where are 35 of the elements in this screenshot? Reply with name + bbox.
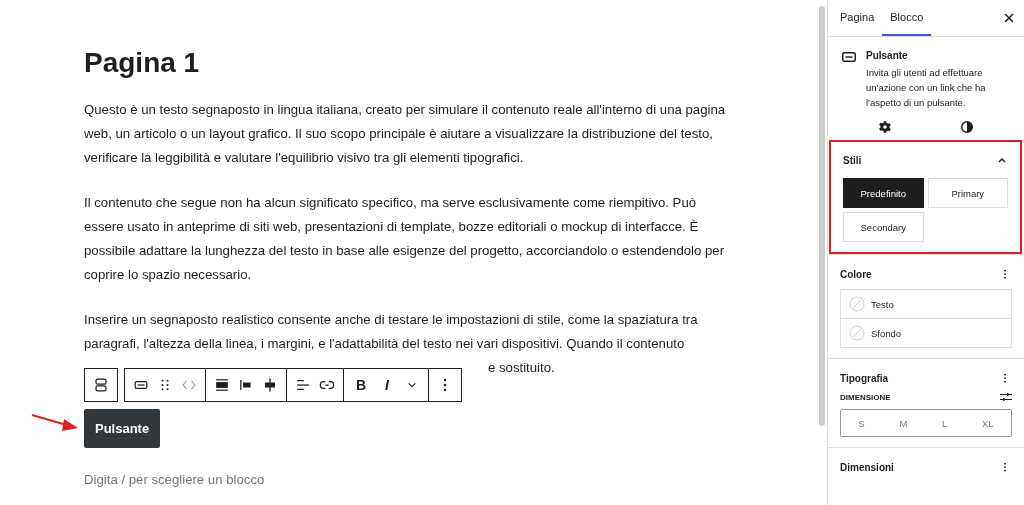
size-option[interactable]: XL — [982, 417, 994, 429]
sliders-icon[interactable] — [1000, 391, 1012, 403]
color-option[interactable]: Testo — [871, 298, 894, 310]
block-name: Pulsante — [866, 50, 909, 61]
sidebar-tab[interactable]: Pagina — [832, 0, 883, 36]
paragraph-fragment: e sostituito. — [488, 359, 555, 375]
panel-title: Dimensioni — [840, 461, 894, 473]
italic-button[interactable]: I — [376, 377, 398, 393]
style-option[interactable]: Primary — [927, 178, 1008, 208]
panel-title: Tipografia — [840, 372, 889, 384]
size-option[interactable]: S — [858, 417, 865, 429]
scrollbar[interactable] — [819, 6, 825, 426]
block-description: Invita gli utenti ad effettuare un'azione con un link che ha l'aspetto di un pulsante. — [866, 66, 987, 110]
page-title: Pagina 1 — [84, 46, 201, 80]
settings-icon[interactable] — [878, 120, 892, 134]
close-icon[interactable] — [1004, 13, 1014, 23]
pulsante-button[interactable]: Pulsante — [84, 408, 161, 448]
sidebar-tab[interactable]: Blocco — [882, 0, 932, 36]
style-option[interactable]: Secondary — [843, 212, 924, 242]
block-placeholder[interactable]: Digita / per scegliere un blocco — [84, 471, 817, 487]
size-option[interactable]: L — [942, 417, 948, 429]
empty-swatch-icon — [849, 325, 865, 341]
field-label: DIMENSIONE — [840, 392, 891, 402]
paragraph: Questo è un testo segnaposto in lingua italiana, creato per simulare il contenuto reale all'interno di una pagina web, un articolo o un layout grafico. Il suo scopo principale è aiutare a visualizzare la distribuzione del testo, verificare la leggibilità e valutare l'equilibrio visivo tra gli elementi tipografici. — [84, 100, 727, 167]
color-option[interactable]: Sfondo — [871, 327, 902, 339]
half-circle-icon[interactable] — [960, 120, 974, 134]
empty-swatch-icon — [849, 296, 865, 312]
panel-title: Stili — [843, 154, 862, 166]
size-option[interactable]: M — [899, 417, 908, 429]
bold-button[interactable]: B — [350, 377, 372, 393]
paragraph: Il contenuto che segue non ha alcun significato specifico, ma serve esclusivamente come riempitivo. Può essere usato in anteprime di siti web, presentazioni di template, bozze editoriali o mockup di interfacce. È possibile adattare la lunghezza del testo in base alle esigenze del progetto, accorciandolo o estendendolo per coprire lo spazio necessario. — [84, 193, 726, 284]
annotation-arrow — [30, 412, 80, 434]
style-option[interactable]: Predefinito — [843, 178, 924, 208]
panel-title: Colore — [840, 268, 872, 280]
button-block-icon — [842, 52, 856, 62]
